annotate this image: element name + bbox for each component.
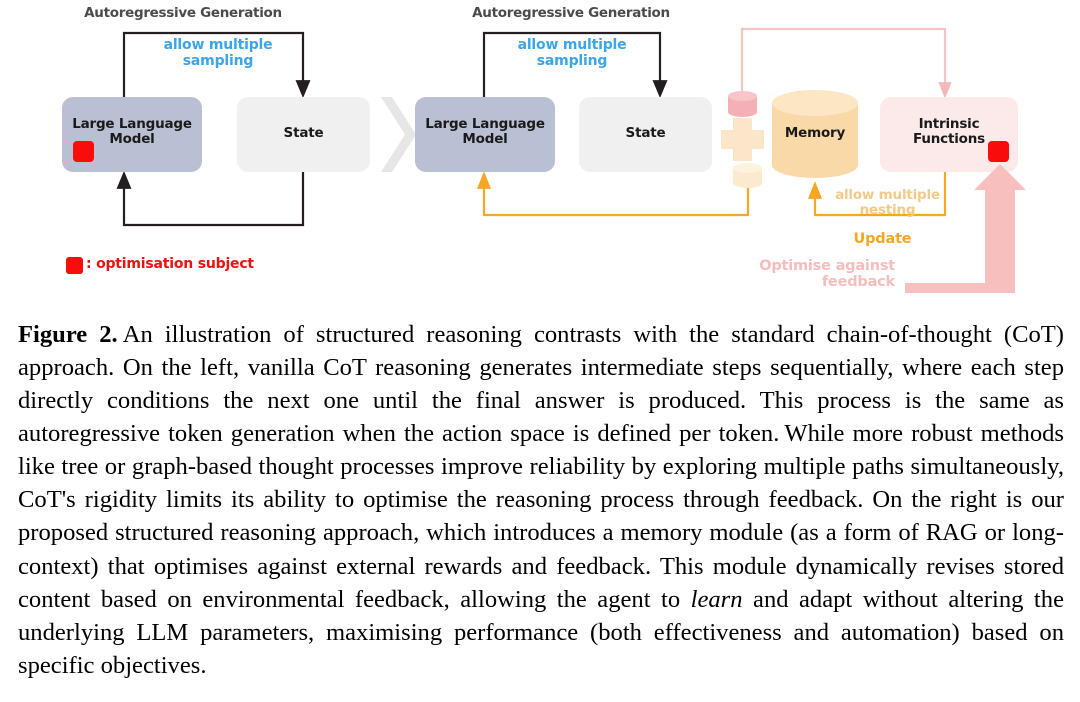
node-memory[interactable]: [772, 90, 858, 178]
node-state-right[interactable]: [579, 97, 712, 172]
orange-loop-arrow-to-llm: [476, 171, 750, 217]
pink-cylinder-connector: [728, 91, 757, 117]
loop-arrow-right-top: [482, 31, 668, 99]
loop-arrow-left-bottom: [116, 170, 305, 227]
autoregressive-loop-right: [482, 31, 668, 99]
pink-feedback-loop-arrow: [740, 27, 952, 99]
red-square-icon-intrinsic: [988, 141, 1009, 162]
caption-italic-word: learn: [690, 585, 743, 613]
caption-part-2: While more robust methods like tree or g…: [18, 420, 1064, 613]
red-square-icon-llm-left: [73, 141, 94, 162]
node-llm-right[interactable]: [415, 97, 555, 172]
optimise-against-feedback-arrow: [905, 164, 1026, 293]
orange-nesting-arrow-to-memory: [807, 172, 947, 217]
loop-arrow-left-top: [122, 31, 311, 99]
node-state-left[interactable]: [237, 97, 370, 172]
caption-figure-number: Figure 2.: [18, 321, 118, 348]
diagram-canvas: [62, 27, 1026, 293]
chevron-right-icon: [381, 97, 416, 172]
figure-page: Autoregressive Generation allow multiple…: [0, 0, 1080, 702]
legend-red-square-icon: [66, 257, 83, 274]
figure-caption: Figure 2. An illustration of structured r…: [18, 318, 1064, 682]
plus-icon: [721, 118, 764, 161]
cream-cylinder-connector: [733, 163, 762, 188]
diagram-figure: Autoregressive Generation allow multiple…: [0, 0, 1080, 310]
